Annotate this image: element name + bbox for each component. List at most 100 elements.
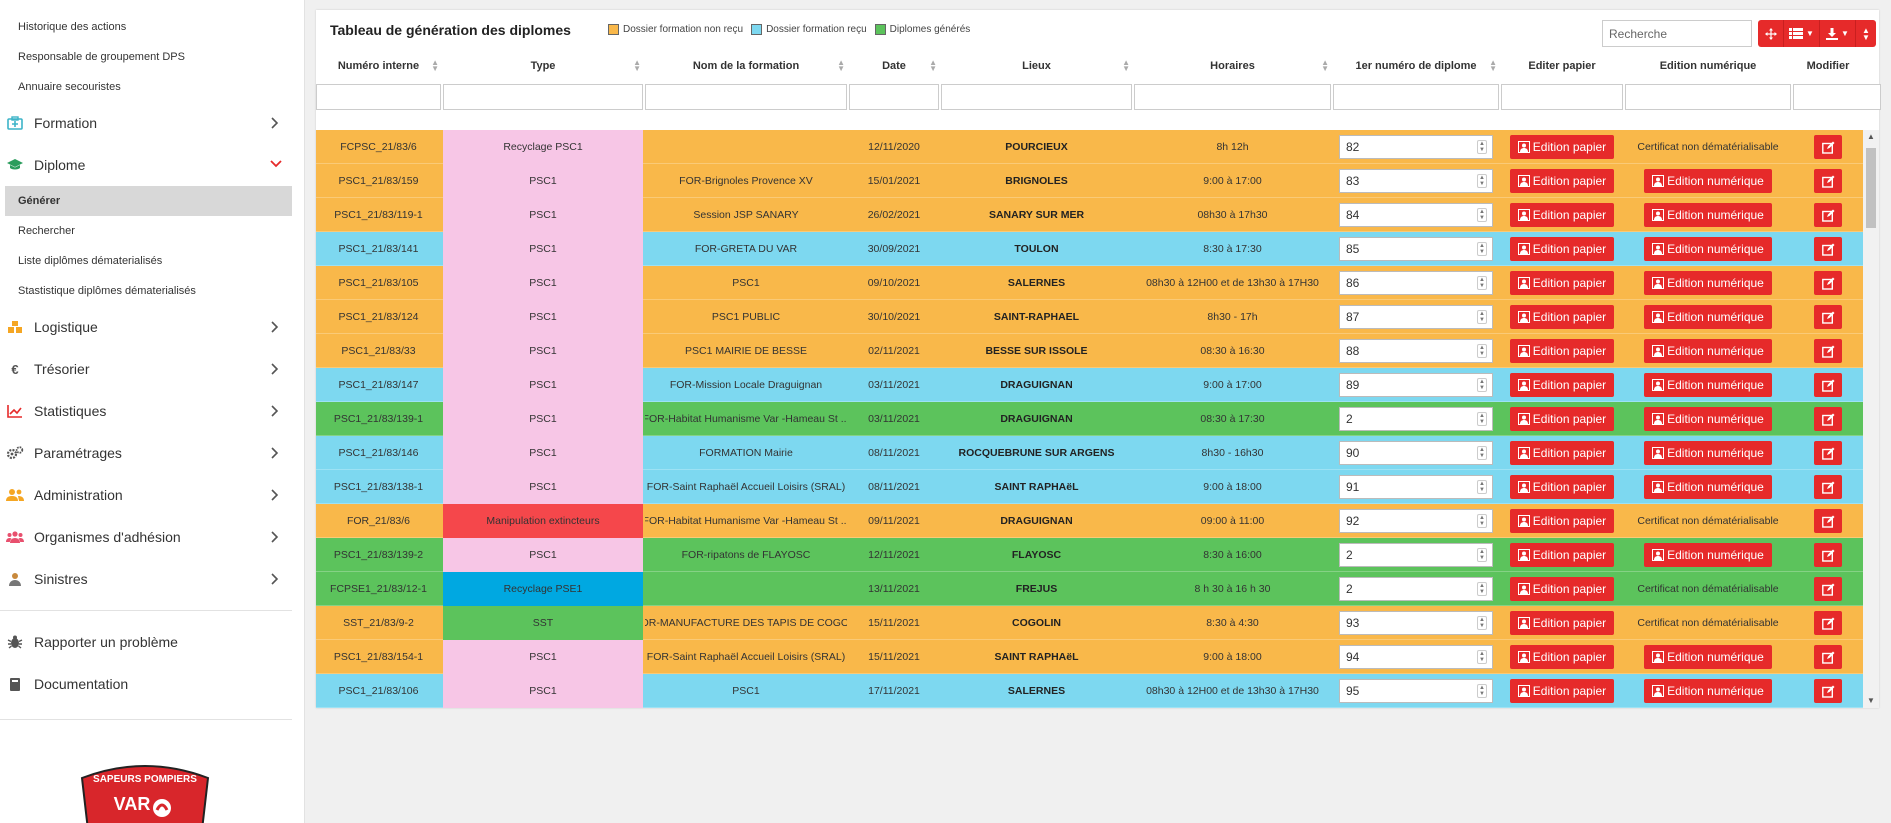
number-stepper-icon[interactable]: ▲ ▼	[1477, 446, 1487, 460]
modifier-button[interactable]	[1814, 441, 1842, 465]
edition-papier-button[interactable]: Edition papier	[1509, 509, 1615, 533]
modifier-button[interactable]	[1814, 271, 1842, 295]
edition-papier-button[interactable]: Edition papier	[1509, 577, 1615, 601]
diplome-number-input[interactable]: 94 ▲ ▼	[1339, 645, 1493, 669]
edition-numerique-button[interactable]: Edition numérique	[1644, 203, 1772, 227]
column-header[interactable]: Numéro interne ▲ ▼	[316, 58, 441, 80]
columns-button[interactable]: ▼	[1784, 20, 1820, 47]
filter-input[interactable]	[1501, 84, 1623, 110]
number-stepper-icon[interactable]: ▲ ▼	[1477, 344, 1487, 358]
diplome-number-input[interactable]: 82 ▲ ▼	[1339, 135, 1493, 159]
sidebar-item-documentation[interactable]: Documentation	[0, 663, 304, 705]
diplome-number-input[interactable]: 90 ▲ ▼	[1339, 441, 1493, 465]
column-header[interactable]: Type ▲ ▼	[443, 58, 643, 80]
sidebar-item-sinistres[interactable]: Sinistres	[0, 558, 304, 600]
sidebar-subitem-historique[interactable]: Historique des actions	[0, 12, 292, 42]
modifier-button[interactable]	[1814, 611, 1842, 635]
filter-input[interactable]	[1625, 84, 1791, 110]
scroll-up-icon[interactable]: ▲	[1863, 130, 1879, 144]
column-header[interactable]: Edition numérique	[1625, 58, 1791, 80]
modifier-button[interactable]	[1814, 169, 1842, 193]
diplome-number-input[interactable]: 2 ▲ ▼	[1339, 543, 1493, 567]
sidebar-item-parametrages[interactable]: Paramétrages	[0, 432, 304, 474]
number-stepper-icon[interactable]: ▲ ▼	[1477, 412, 1487, 426]
diplome-number-input[interactable]: 91 ▲ ▼	[1339, 475, 1493, 499]
diplome-number-input[interactable]: 93 ▲ ▼	[1339, 611, 1493, 635]
filter-input[interactable]	[1134, 84, 1331, 110]
edition-papier-button[interactable]: Edition papier	[1509, 679, 1615, 703]
filter-input[interactable]	[316, 84, 441, 110]
sidebar-item-logistique[interactable]: Logistique	[0, 306, 304, 348]
edition-papier-button[interactable]: Edition papier	[1509, 339, 1615, 363]
modifier-button[interactable]	[1814, 373, 1842, 397]
modifier-button[interactable]	[1814, 577, 1842, 601]
edition-numerique-button[interactable]: Edition numérique	[1644, 373, 1772, 397]
number-stepper-icon[interactable]: ▲ ▼	[1477, 684, 1487, 698]
sidebar-item-diplome[interactable]: Diplome	[0, 144, 304, 186]
number-stepper-icon[interactable]: ▲ ▼	[1477, 140, 1487, 154]
edition-papier-button[interactable]: Edition papier	[1509, 305, 1615, 329]
column-header[interactable]: Date ▲ ▼	[849, 58, 939, 80]
diplome-number-input[interactable]: 86 ▲ ▼	[1339, 271, 1493, 295]
number-stepper-icon[interactable]: ▲ ▼	[1477, 310, 1487, 324]
diplome-number-input[interactable]: 87 ▲ ▼	[1339, 305, 1493, 329]
number-stepper-icon[interactable]: ▲ ▼	[1477, 650, 1487, 664]
search-input[interactable]	[1602, 20, 1752, 47]
sidebar-item-administration[interactable]: Administration	[0, 474, 304, 516]
column-header[interactable]: Editer papier	[1501, 58, 1623, 80]
column-header[interactable]: Horaires ▲ ▼	[1134, 58, 1331, 80]
number-stepper-icon[interactable]: ▲ ▼	[1477, 548, 1487, 562]
number-stepper-icon[interactable]: ▲ ▼	[1477, 276, 1487, 290]
vertical-scrollbar[interactable]: ▲ ▼	[1863, 130, 1879, 708]
number-stepper-icon[interactable]: ▲ ▼	[1477, 378, 1487, 392]
filter-input[interactable]	[443, 84, 643, 110]
edition-papier-button[interactable]: Edition papier	[1509, 373, 1615, 397]
column-header[interactable]: Modifier	[1793, 58, 1863, 80]
edition-numerique-button[interactable]: Edition numérique	[1644, 475, 1772, 499]
number-stepper-icon[interactable]: ▲ ▼	[1477, 242, 1487, 256]
sidebar-subitem-rechercher[interactable]: Rechercher	[0, 216, 292, 246]
diplome-number-input[interactable]: 83 ▲ ▼	[1339, 169, 1493, 193]
edition-papier-button[interactable]: Edition papier	[1509, 645, 1615, 669]
edition-papier-button[interactable]: Edition papier	[1509, 475, 1615, 499]
number-stepper-icon[interactable]: ▲ ▼	[1477, 480, 1487, 494]
edition-numerique-button[interactable]: Edition numérique	[1644, 271, 1772, 295]
scroll-down-icon[interactable]: ▼	[1863, 694, 1879, 708]
sidebar-subitem-responsable-dps[interactable]: Responsable de groupement DPS	[0, 42, 292, 72]
diplome-number-input[interactable]: 2 ▲ ▼	[1339, 577, 1493, 601]
edition-numerique-button[interactable]: Edition numérique	[1644, 441, 1772, 465]
filter-input[interactable]	[645, 84, 847, 110]
modifier-button[interactable]	[1814, 475, 1842, 499]
edition-papier-button[interactable]: Edition papier	[1509, 203, 1615, 227]
sort-button[interactable]: ▲ ▼	[1856, 20, 1876, 47]
modifier-button[interactable]	[1814, 203, 1842, 227]
diplome-number-input[interactable]: 85 ▲ ▼	[1339, 237, 1493, 261]
modifier-button[interactable]	[1814, 509, 1842, 533]
diplome-number-input[interactable]: 89 ▲ ▼	[1339, 373, 1493, 397]
modifier-button[interactable]	[1814, 305, 1842, 329]
diplome-number-input[interactable]: 92 ▲ ▼	[1339, 509, 1493, 533]
number-stepper-icon[interactable]: ▲ ▼	[1477, 174, 1487, 188]
move-button[interactable]	[1758, 20, 1784, 47]
number-stepper-icon[interactable]: ▲ ▼	[1477, 616, 1487, 630]
modifier-button[interactable]	[1814, 339, 1842, 363]
edition-papier-button[interactable]: Edition papier	[1509, 407, 1615, 431]
edition-numerique-button[interactable]: Edition numérique	[1644, 543, 1772, 567]
sidebar-item-report-problem[interactable]: Rapporter un problème	[0, 621, 304, 663]
filter-input[interactable]	[1333, 84, 1499, 110]
modifier-button[interactable]	[1814, 237, 1842, 261]
diplome-number-input[interactable]: 88 ▲ ▼	[1339, 339, 1493, 363]
edition-numerique-button[interactable]: Edition numérique	[1644, 169, 1772, 193]
modifier-button[interactable]	[1814, 407, 1842, 431]
column-header[interactable]: Nom de la formation ▲ ▼	[645, 58, 847, 80]
sidebar-subitem-statistique-dematerialises[interactable]: Stastistique diplômes dématerialisés	[0, 276, 292, 306]
edition-numerique-button[interactable]: Edition numérique	[1644, 237, 1772, 261]
edition-papier-button[interactable]: Edition papier	[1509, 237, 1615, 261]
scrollbar-thumb[interactable]	[1866, 148, 1876, 228]
filter-input[interactable]	[849, 84, 939, 110]
edition-papier-button[interactable]: Edition papier	[1509, 271, 1615, 295]
number-stepper-icon[interactable]: ▲ ▼	[1477, 582, 1487, 596]
modifier-button[interactable]	[1814, 135, 1842, 159]
edition-numerique-button[interactable]: Edition numérique	[1644, 305, 1772, 329]
column-header[interactable]: 1er numéro de diplome ▲ ▼	[1333, 58, 1499, 80]
